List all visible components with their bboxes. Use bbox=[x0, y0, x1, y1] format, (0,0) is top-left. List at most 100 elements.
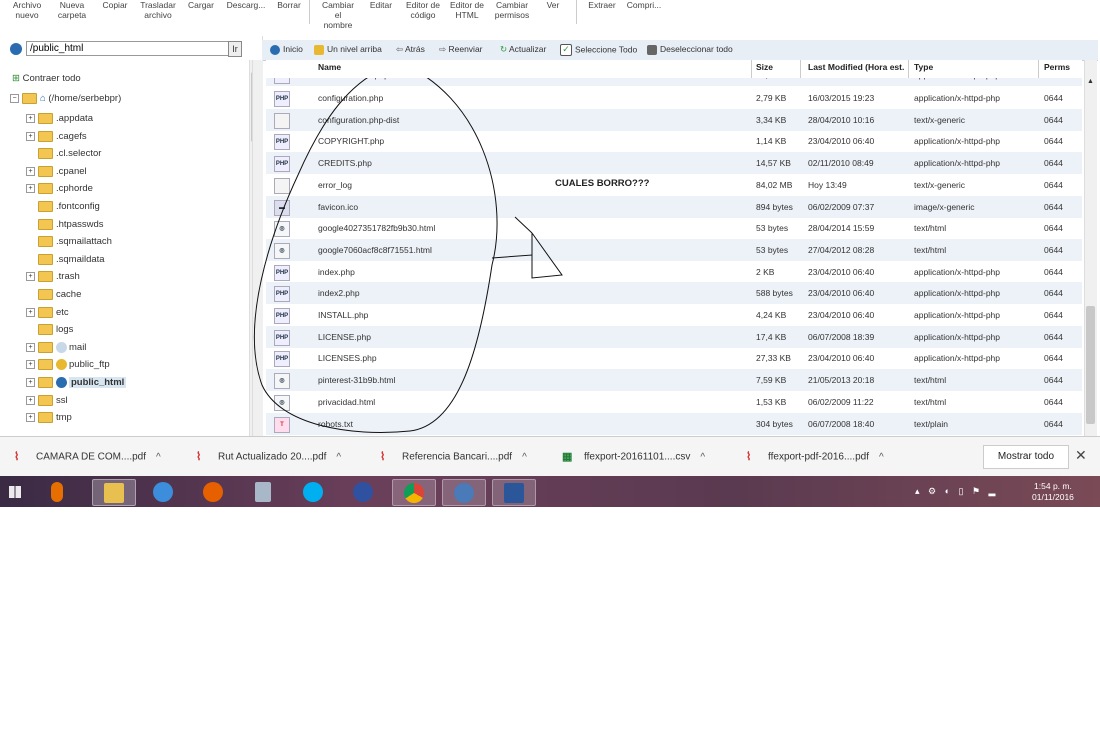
collapse-toggle-icon[interactable]: − bbox=[10, 93, 19, 103]
tree-item[interactable]: + ssl bbox=[26, 393, 68, 409]
expand-toggle-icon[interactable]: + bbox=[26, 184, 35, 194]
file-modified: 16/03/2015 19:23 bbox=[808, 93, 875, 103]
view-button[interactable]: Ver bbox=[542, 0, 564, 10]
expand-toggle-icon[interactable]: + bbox=[26, 131, 35, 141]
expand-toggle-icon[interactable]: + bbox=[26, 166, 35, 176]
download-item[interactable]: ⌇ Referencia Bancari....pdf ^ bbox=[380, 450, 527, 464]
column-header-modified[interactable]: Last Modified (Hora est. bbox=[808, 62, 904, 72]
file-perms: 0644 bbox=[1044, 114, 1063, 125]
taskbar-word[interactable] bbox=[492, 479, 536, 506]
tree-item[interactable]: + .cpanel bbox=[26, 164, 87, 180]
forward-link[interactable]: ⇨ Reenviar bbox=[439, 44, 483, 55]
tree-item[interactable]: .sqmaildata bbox=[26, 252, 105, 268]
taskbar-internet-explorer[interactable] bbox=[142, 479, 184, 504]
home-link[interactable]: Inicio bbox=[270, 44, 303, 55]
tree-item[interactable]: .sqmailattach bbox=[26, 234, 112, 250]
taskbar-file-explorer[interactable] bbox=[92, 479, 136, 506]
start-button[interactable] bbox=[0, 479, 30, 504]
new-folder-button[interactable]: Nueva carpeta bbox=[54, 0, 90, 20]
file-type: application/x-httpd-php bbox=[914, 331, 1001, 342]
taskbar-skype[interactable] bbox=[292, 479, 334, 504]
tree-item[interactable]: .fontconfig bbox=[26, 199, 100, 215]
expand-toggle-icon[interactable]: + bbox=[26, 113, 35, 123]
move-file-button[interactable]: Trasladar archivo bbox=[136, 0, 180, 20]
chevron-up-icon[interactable]: ^ bbox=[522, 452, 527, 463]
show-all-button[interactable]: Mostrar todo bbox=[983, 445, 1069, 469]
chevron-up-icon[interactable]: ^ bbox=[156, 452, 161, 463]
column-header-type[interactable]: Type bbox=[914, 62, 933, 72]
chevron-up-icon[interactable]: ^ bbox=[879, 452, 884, 463]
tree-item[interactable]: + .trash bbox=[26, 269, 80, 285]
tree-item[interactable]: cache bbox=[26, 287, 81, 303]
copy-button[interactable]: Copiar bbox=[98, 0, 132, 10]
download-item[interactable]: ▦ ffexport-20161101....csv ^ bbox=[562, 450, 705, 464]
download-button[interactable]: Descarg... bbox=[224, 0, 268, 10]
tree-item[interactable]: + public_html bbox=[26, 375, 127, 391]
file-list-scrollbar-thumb[interactable] bbox=[1086, 306, 1095, 424]
tree-item[interactable]: .htpasswds bbox=[26, 217, 104, 233]
taskbar-java[interactable] bbox=[36, 479, 78, 504]
extract-button[interactable]: Extraer bbox=[584, 0, 620, 10]
tree-item[interactable]: + tmp bbox=[26, 410, 72, 426]
deselect-all-link[interactable]: Deseleccionar todo bbox=[647, 44, 733, 55]
tree-item[interactable]: + etc bbox=[26, 305, 69, 321]
delete-button[interactable]: Borrar bbox=[273, 0, 305, 10]
tree-item[interactable]: logs bbox=[26, 322, 73, 338]
tree-item[interactable]: .cl.selector bbox=[26, 146, 101, 162]
close-icon[interactable]: ✕ bbox=[1075, 447, 1087, 464]
tree-item-label: logs bbox=[56, 324, 74, 336]
tree-item[interactable]: + mail bbox=[26, 340, 86, 356]
expand-toggle-icon[interactable]: + bbox=[26, 395, 35, 405]
back-link[interactable]: ⇦ Atrás bbox=[396, 44, 425, 55]
taskbar-network[interactable] bbox=[442, 479, 486, 506]
upload-button[interactable]: Cargar bbox=[184, 0, 218, 10]
compress-button[interactable]: Compri... bbox=[624, 0, 664, 10]
expand-toggle-icon[interactable]: + bbox=[26, 342, 35, 352]
edit-button[interactable]: Editar bbox=[364, 0, 398, 10]
chevron-up-icon[interactable]: ^ bbox=[336, 452, 341, 463]
tree-item-label: ssl bbox=[56, 394, 68, 406]
download-item[interactable]: ⌇ Rut Actualizado 20....pdf ^ bbox=[196, 450, 341, 464]
pdf-file-icon: ⌇ bbox=[380, 451, 386, 463]
download-item[interactable]: ⌇ ffexport-pdf-2016....pdf ^ bbox=[746, 450, 884, 464]
clock[interactable]: 1:54 p. m. 01/11/2016 bbox=[1032, 481, 1074, 503]
column-header-size[interactable]: Size bbox=[756, 62, 773, 72]
file-perms: 0644 bbox=[1044, 310, 1063, 320]
file-perms: 0644 bbox=[1044, 418, 1063, 429]
tree-item[interactable]: + .appdata bbox=[26, 111, 93, 127]
tree-item-label: .cagefs bbox=[56, 130, 87, 142]
expand-toggle-icon[interactable]: + bbox=[26, 307, 35, 317]
taskbar-firefox[interactable] bbox=[192, 479, 234, 504]
taskbar-calculator[interactable] bbox=[242, 479, 284, 504]
scroll-up-icon[interactable]: ▲ bbox=[1087, 78, 1094, 85]
taskbar-globe-app[interactable] bbox=[342, 479, 384, 504]
rename-button[interactable]: Cambiar el nombre bbox=[316, 0, 360, 30]
column-header-name[interactable]: Name bbox=[318, 62, 341, 72]
expand-toggle-icon[interactable]: + bbox=[26, 272, 35, 282]
expand-toggle-icon[interactable]: + bbox=[26, 413, 35, 423]
up-one-level-link[interactable]: Un nivel arriba bbox=[314, 44, 382, 55]
tree-item[interactable]: + .cphorde bbox=[26, 181, 93, 197]
file-list-scrollbar[interactable]: ▲ bbox=[1084, 60, 1097, 436]
path-input[interactable] bbox=[26, 41, 229, 56]
expand-toggle-icon[interactable]: + bbox=[26, 377, 35, 387]
file-type: text/x-generic bbox=[914, 114, 966, 125]
tree-item[interactable]: + .cagefs bbox=[26, 129, 87, 145]
refresh-link[interactable]: ↻ Actualizar bbox=[500, 44, 546, 55]
system-tray[interactable]: ▴ ⚙ ◐ ▯ ⚑ ▂ bbox=[915, 486, 998, 497]
expand-toggle-icon[interactable]: + bbox=[26, 360, 35, 370]
tree-item[interactable]: + public_ftp bbox=[26, 357, 110, 373]
taskbar-chrome[interactable] bbox=[392, 479, 436, 506]
tree-root[interactable]: − ⌂ (/home/serbebpr) bbox=[10, 91, 121, 107]
new-file-button[interactable]: Archivo nuevo bbox=[8, 0, 46, 20]
chevron-up-icon[interactable]: ^ bbox=[700, 452, 705, 463]
collapse-all-link[interactable]: ⊞ Contraer todo bbox=[12, 73, 81, 84]
file-size: 304 bytes bbox=[756, 418, 793, 429]
code-editor-button[interactable]: Editor de código bbox=[402, 0, 444, 20]
change-permissions-button[interactable]: Cambiar permisos bbox=[490, 0, 534, 20]
download-item[interactable]: ⌇ CAMARA DE COM....pdf ^ bbox=[14, 450, 161, 464]
html-editor-button[interactable]: Editor de HTML bbox=[446, 0, 488, 20]
column-header-perms[interactable]: Perms bbox=[1044, 62, 1070, 72]
globe-icon bbox=[10, 43, 22, 55]
file-size: 1,53 KB bbox=[756, 396, 787, 407]
